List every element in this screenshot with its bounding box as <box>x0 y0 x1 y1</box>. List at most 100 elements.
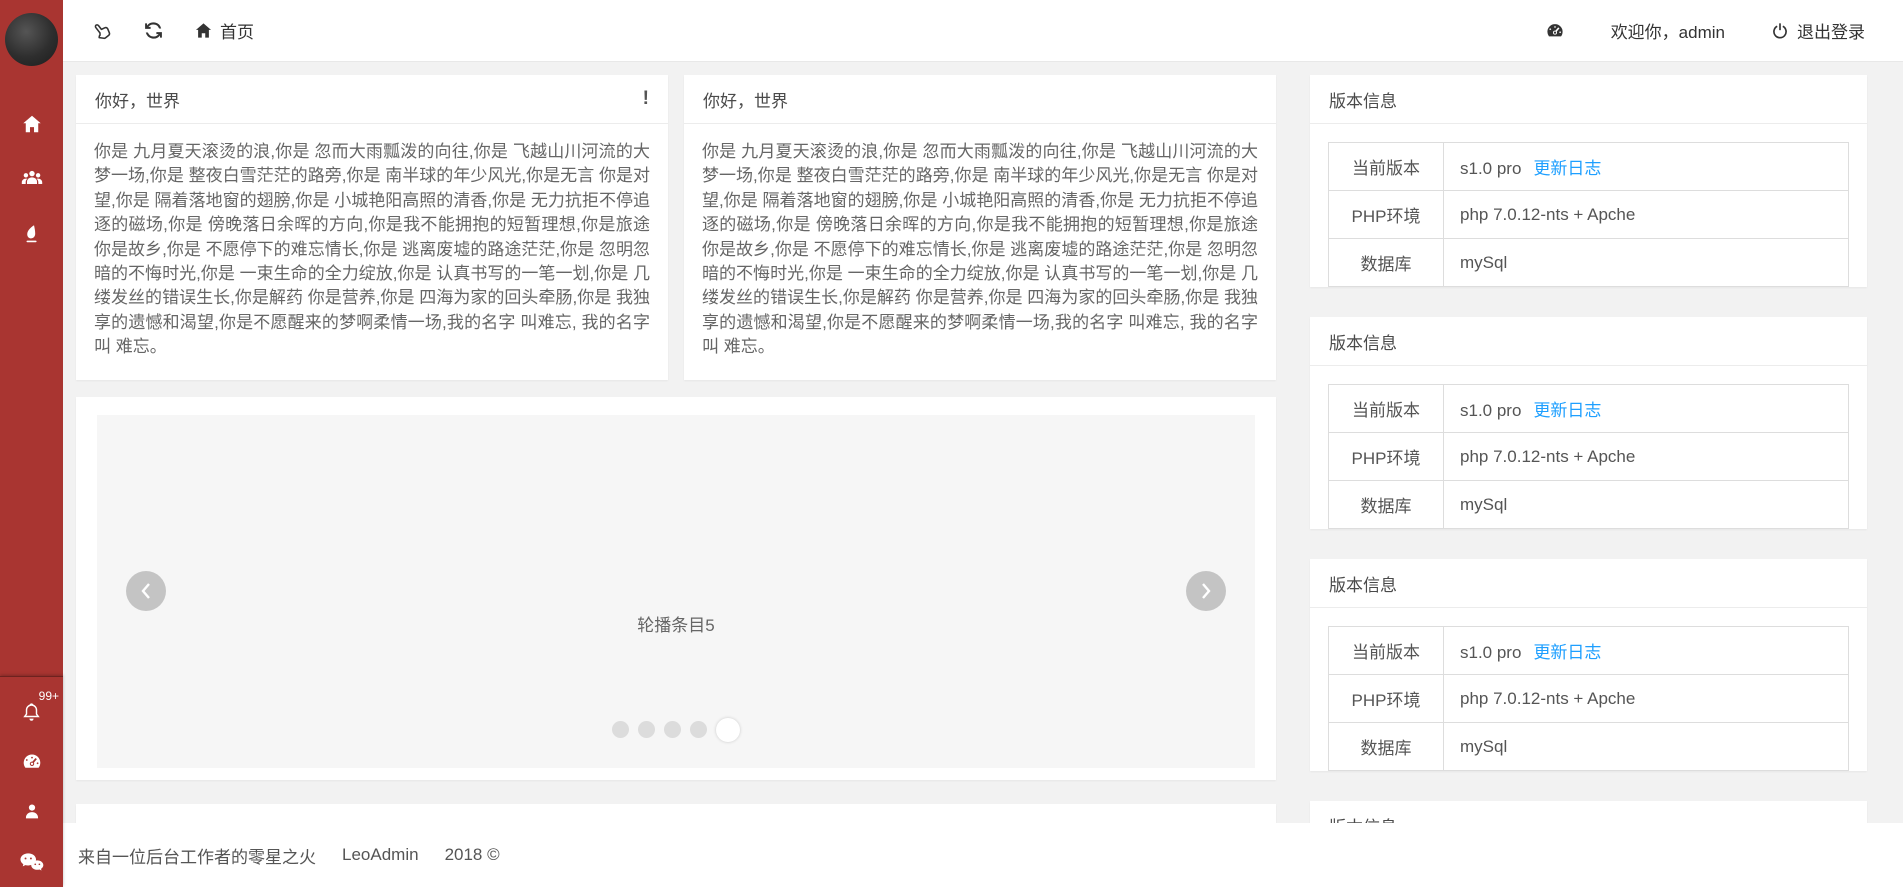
row-label: 数据库 <box>1329 723 1444 771</box>
card-title: 你好，世界 <box>95 87 180 112</box>
sidebar-item-sign[interactable] <box>0 206 63 261</box>
carousel-dot-2[interactable] <box>638 721 655 738</box>
sidebar-item-wechat[interactable] <box>0 837 63 887</box>
footer: 来自一位后台工作者的零星之火 LeoAdmin 2018 © <box>63 823 1903 887</box>
tachometer-icon <box>20 750 44 774</box>
hello-card-2: 你好，世界 你是 九月夏天滚烫的浪,你是 忽而大雨瓢泼的向往,你是 飞越山川河流… <box>684 75 1276 380</box>
chevron-right-icon <box>1199 582 1213 600</box>
row-label: 数据库 <box>1329 481 1444 529</box>
table-row: PHP环境 php 7.0.12-nts + Apche <box>1329 433 1849 481</box>
row-label: 当前版本 <box>1329 143 1444 191</box>
home-icon <box>21 113 43 135</box>
carousel-prev-button[interactable] <box>126 571 166 611</box>
logout-button[interactable]: 退出登录 <box>1770 18 1865 43</box>
card-title: 版本信息 <box>1329 87 1397 112</box>
carousel-next-button[interactable] <box>1186 571 1226 611</box>
row-value: php 7.0.12-nts + Apche <box>1444 433 1849 481</box>
sidebar-menu <box>0 96 63 261</box>
row-label: 数据库 <box>1329 239 1444 287</box>
footer-brand: LeoAdmin <box>342 845 419 865</box>
update-log-link[interactable]: 更新日志 <box>1533 159 1601 178</box>
sidebar-item-users[interactable] <box>0 151 63 206</box>
carousel-dot-3[interactable] <box>664 721 681 738</box>
carousel-card: 轮播条目5 <box>76 397 1276 780</box>
sidebar: 99+ <box>0 0 63 887</box>
carousel-dot-5-active[interactable] <box>716 718 740 742</box>
hand-pointer-icon <box>87 15 118 46</box>
row-label: 当前版本 <box>1329 385 1444 433</box>
table-row: 当前版本 s1.0 pro 更新日志 <box>1329 143 1849 191</box>
dashboard-button[interactable] <box>1544 20 1566 42</box>
breadcrumb-home[interactable]: 首页 <box>194 18 254 43</box>
carousel: 轮播条目5 <box>97 415 1255 768</box>
card-title: 版本信息 <box>1329 571 1397 596</box>
card-title: 版本信息 <box>1329 329 1397 354</box>
sidebar-item-home[interactable] <box>0 96 63 151</box>
top-navbar: 首页 欢迎你，admin 退出登录 <box>63 0 1903 62</box>
main-content: 你好，世界 ! 你是 九月夏天滚烫的浪,你是 忽而大雨瓢泼的向往,你是 飞越山川… <box>63 62 1903 887</box>
card-title: 你好，世界 <box>703 87 788 112</box>
table-row: 数据库 mySql <box>1329 481 1849 529</box>
version-card-2: 版本信息 当前版本 s1.0 pro 更新日志 PHP环境 php 7.0.12-… <box>1310 317 1867 529</box>
table-row: 数据库 mySql <box>1329 723 1849 771</box>
collapse-menu-button[interactable] <box>91 20 113 42</box>
row-value: s1.0 pro <box>1460 159 1521 178</box>
quill-icon <box>21 222 43 246</box>
hello-card-1: 你好，世界 ! 你是 九月夏天滚烫的浪,你是 忽而大雨瓢泼的向往,你是 飞越山川… <box>76 75 668 380</box>
version-table: 当前版本 s1.0 pro 更新日志 PHP环境 php 7.0.12-nts +… <box>1328 142 1849 287</box>
carousel-dots <box>97 718 1255 742</box>
footer-year: 2018 © <box>445 845 500 865</box>
row-value: mySql <box>1444 239 1849 287</box>
row-label: PHP环境 <box>1329 191 1444 239</box>
table-row: PHP环境 php 7.0.12-nts + Apche <box>1329 191 1849 239</box>
row-value: mySql <box>1444 481 1849 529</box>
table-row: 数据库 mySql <box>1329 239 1849 287</box>
bell-icon: 99+ <box>20 701 43 724</box>
row-label: PHP环境 <box>1329 675 1444 723</box>
tachometer-icon <box>1544 20 1566 42</box>
sidebar-item-profile[interactable] <box>0 787 63 837</box>
logout-label: 退出登录 <box>1797 18 1865 43</box>
refresh-icon <box>143 20 164 41</box>
welcome-text: 欢迎你，admin <box>1611 18 1725 43</box>
sidebar-bottom: 99+ <box>0 676 63 887</box>
carousel-dot-4[interactable] <box>690 721 707 738</box>
table-row: PHP环境 php 7.0.12-nts + Apche <box>1329 675 1849 723</box>
footer-motto: 来自一位后台工作者的零星之火 <box>78 843 316 868</box>
update-log-link[interactable]: 更新日志 <box>1533 401 1601 420</box>
home-icon <box>194 21 213 40</box>
user-icon <box>21 801 43 823</box>
power-icon <box>1770 21 1790 41</box>
left-column: 你好，世界 ! 你是 九月夏天滚烫的浪,你是 忽而大雨瓢泼的向往,你是 飞越山川… <box>76 75 1276 887</box>
row-value: php 7.0.12-nts + Apche <box>1444 191 1849 239</box>
row-value: s1.0 pro <box>1460 401 1521 420</box>
table-row: 当前版本 s1.0 pro 更新日志 <box>1329 627 1849 675</box>
table-row: 当前版本 s1.0 pro 更新日志 <box>1329 385 1849 433</box>
hello-card-body: 你是 九月夏天滚烫的浪,你是 忽而大雨瓢泼的向往,你是 飞越山川河流的大梦一场,… <box>684 124 1276 380</box>
row-value: mySql <box>1444 723 1849 771</box>
breadcrumb-home-label: 首页 <box>220 18 254 43</box>
version-card-1: 版本信息 当前版本 s1.0 pro 更新日志 PHP环境 php 7.0.12-… <box>1310 75 1867 287</box>
carousel-caption: 轮播条目5 <box>97 611 1255 636</box>
update-log-link[interactable]: 更新日志 <box>1533 643 1601 662</box>
right-column: 版本信息 当前版本 s1.0 pro 更新日志 PHP环境 php 7.0.12-… <box>1310 75 1867 887</box>
sidebar-item-notifications[interactable]: 99+ <box>0 687 63 737</box>
sidebar-item-dashboard[interactable] <box>0 737 63 787</box>
wechat-icon <box>19 851 44 873</box>
users-icon <box>20 167 44 191</box>
row-value: s1.0 pro <box>1460 643 1521 662</box>
navbar-left: 首页 <box>63 18 254 43</box>
version-table: 当前版本 s1.0 pro 更新日志 PHP环境 php 7.0.12-nts +… <box>1328 626 1849 771</box>
version-card-3: 版本信息 当前版本 s1.0 pro 更新日志 PHP环境 php 7.0.12-… <box>1310 559 1867 771</box>
refresh-button[interactable] <box>143 20 164 41</box>
hello-card-body: 你是 九月夏天滚烫的浪,你是 忽而大雨瓢泼的向往,你是 飞越山川河流的大梦一场,… <box>76 124 668 380</box>
avatar[interactable] <box>5 13 58 66</box>
row-label: 当前版本 <box>1329 627 1444 675</box>
carousel-dot-1[interactable] <box>612 721 629 738</box>
row-label: PHP环境 <box>1329 433 1444 481</box>
exclamation-icon[interactable]: ! <box>643 88 649 110</box>
chevron-left-icon <box>139 582 153 600</box>
navbar-right: 欢迎你，admin 退出登录 <box>1544 18 1903 43</box>
row-value: php 7.0.12-nts + Apche <box>1444 675 1849 723</box>
notification-badge: 99+ <box>39 690 59 702</box>
